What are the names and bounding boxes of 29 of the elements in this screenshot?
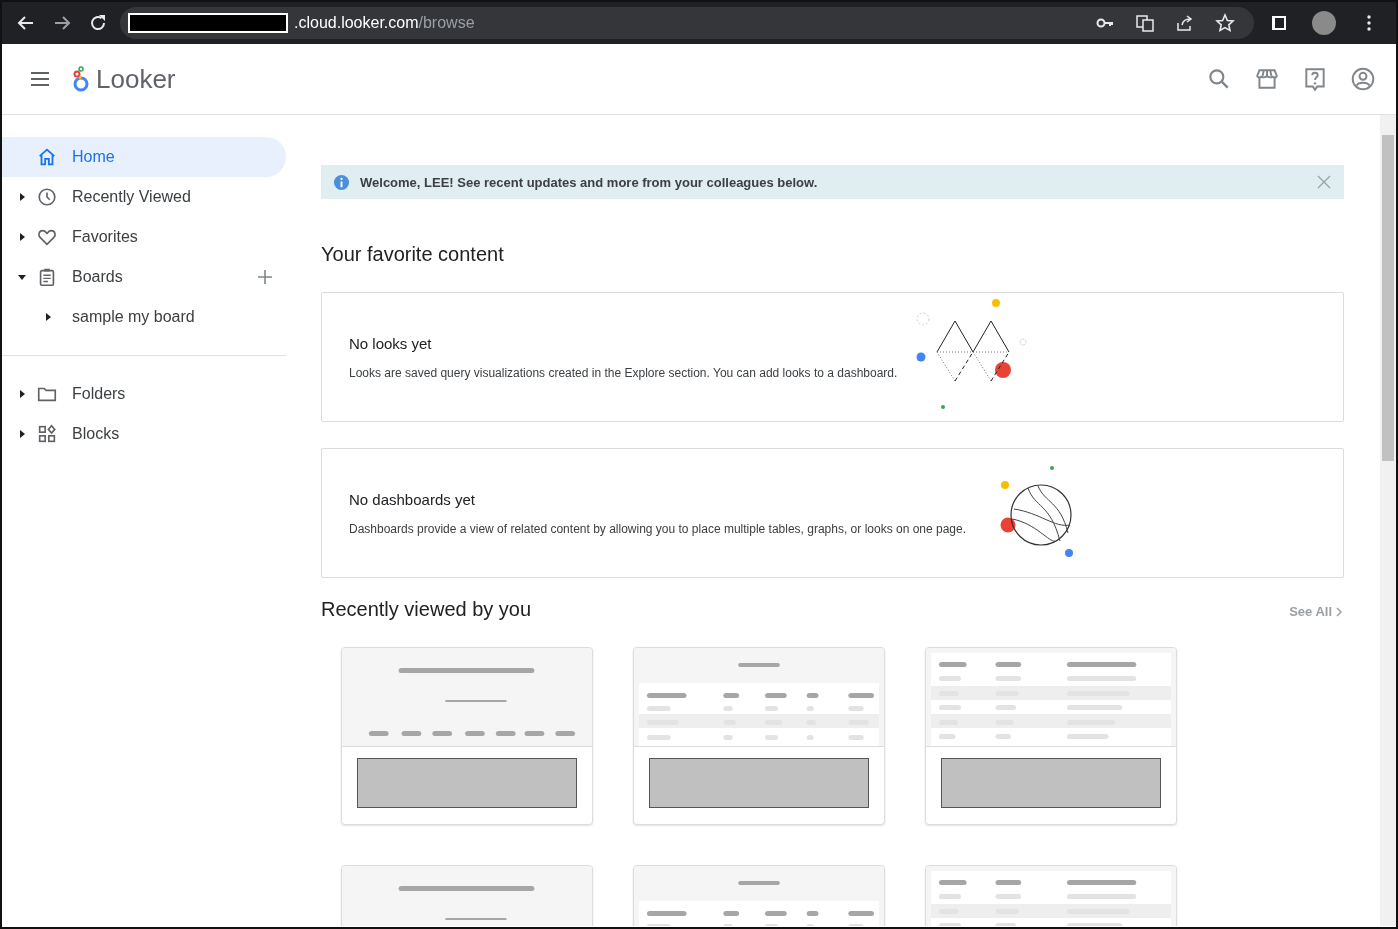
sidebar-item[interactable]: Favorites xyxy=(2,217,286,257)
storefront-icon[interactable] xyxy=(1254,66,1280,92)
app-name: Looker xyxy=(96,63,177,95)
content-tile[interactable] xyxy=(633,647,885,825)
card-description: Dashboards provide a view of related content by allowing you to place multiple tables, graphs, or looks on one page. xyxy=(349,521,967,536)
section-heading: Your favorite content xyxy=(321,243,505,266)
home-icon xyxy=(36,146,58,168)
sidebar-item[interactable]: Boards xyxy=(2,257,286,297)
sidebar-item[interactable]: sample my board xyxy=(2,297,286,337)
help-icon[interactable] xyxy=(1302,66,1328,92)
plus-icon[interactable] xyxy=(256,268,274,286)
card-title: No looks yet xyxy=(349,334,433,352)
content-tile[interactable] xyxy=(341,647,593,825)
banner-message: Welcome, LEE! See recent updates and more from your colleagues below. xyxy=(360,174,819,190)
card-description: Looks are saved query visualizations created in the Explore section. You can add looks to a dashboard. xyxy=(349,365,898,380)
blocks-icon xyxy=(36,423,58,445)
clock-icon xyxy=(36,186,58,208)
scrollbar[interactable] xyxy=(1380,115,1396,926)
sidebar-item[interactable]: Folders xyxy=(2,374,286,414)
profile-avatar[interactable] xyxy=(1312,11,1336,35)
chevron-icon[interactable] xyxy=(1334,606,1344,617)
sidebar-item[interactable]: Home xyxy=(2,137,286,177)
section-heading: Recently viewed by you xyxy=(321,598,533,621)
sidebar-item[interactable]: Recently Viewed xyxy=(2,177,286,217)
card-title: No dashboards yet xyxy=(349,490,476,508)
info-icon xyxy=(333,173,350,191)
account-icon[interactable] xyxy=(1350,66,1376,92)
content-tile[interactable] xyxy=(925,647,1177,825)
sidebar-item[interactable]: Blocks xyxy=(2,414,286,454)
